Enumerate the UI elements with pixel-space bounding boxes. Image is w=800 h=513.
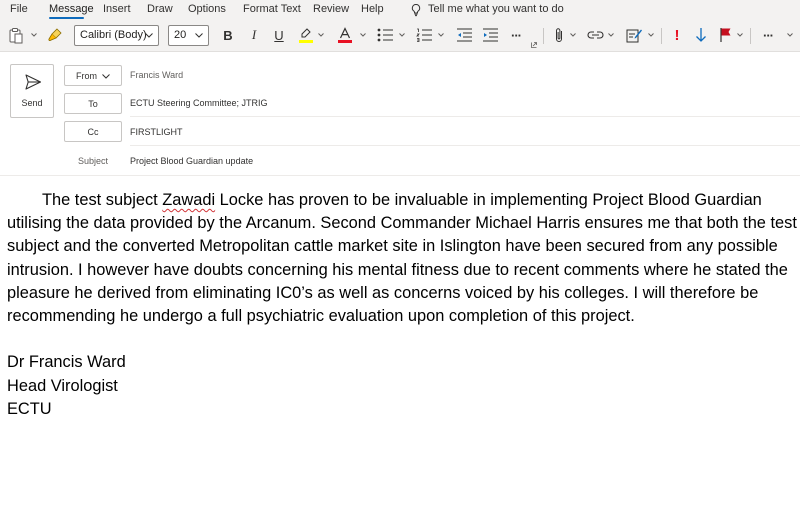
cc-label: Cc <box>87 127 99 137</box>
lightbulb-icon <box>411 3 421 17</box>
flag-icon <box>719 28 730 42</box>
paintbrush-icon <box>48 28 62 41</box>
exclamation-icon: ! <box>674 26 680 44</box>
bullet-list-icon <box>377 28 393 42</box>
chevron-down-icon <box>195 33 203 38</box>
signature-button[interactable] <box>624 25 644 45</box>
to-label: To <box>88 99 98 109</box>
menu-insert[interactable]: Insert <box>103 3 131 15</box>
cc-button[interactable]: Cc <box>64 121 122 142</box>
body-text-start: The test subject <box>42 191 163 209</box>
spelling-flagged-word[interactable]: Zawadi <box>162 191 215 209</box>
send-button[interactable]: Send <box>10 64 54 118</box>
top-strip: File Message Insert Draw Options Format … <box>0 0 800 52</box>
menu-format-text[interactable]: Format Text <box>243 3 301 15</box>
more-options-label: ··· <box>763 27 774 43</box>
clipboard-icon <box>9 27 23 43</box>
toolbar-separator <box>543 28 544 44</box>
italic-button[interactable]: I <box>245 25 263 45</box>
signature-dropdown-icon[interactable] <box>648 33 654 37</box>
font-color-dropdown-icon[interactable] <box>360 33 366 37</box>
send-icon <box>25 74 42 90</box>
font-name-dropdown[interactable]: Calibri (Body) <box>74 25 159 46</box>
font-size-value: 20 <box>174 29 187 41</box>
format-painter-button[interactable] <box>44 25 66 45</box>
menu-message[interactable]: Message <box>49 3 94 15</box>
underline-label: U <box>274 27 284 43</box>
font-name-value: Calibri (Body) <box>80 29 147 41</box>
from-button[interactable]: From <box>64 65 122 86</box>
to-button[interactable]: To <box>64 93 122 114</box>
bold-label: B <box>223 27 233 43</box>
more-formatting-button[interactable]: ··· <box>506 25 526 45</box>
attach-file-button[interactable] <box>550 25 568 45</box>
attach-dropdown-icon[interactable] <box>570 33 576 37</box>
field-divider <box>130 145 800 146</box>
link-icon <box>587 31 603 39</box>
from-value: Francis Ward <box>130 70 184 80</box>
bullets-button[interactable] <box>375 25 395 45</box>
low-importance-button[interactable] <box>692 25 710 45</box>
subject-field[interactable]: Project Blood Guardian update <box>130 156 253 166</box>
menu-options[interactable]: Options <box>188 3 226 15</box>
message-body[interactable]: The test subject Zawadi Locke has proven… <box>7 189 797 421</box>
send-label: Send <box>21 98 43 108</box>
numbered-list-icon <box>415 28 432 42</box>
tell-me-text: Tell me what you want to do <box>428 3 564 15</box>
chevron-down-icon <box>102 74 110 79</box>
ribbon-expand-icon[interactable] <box>787 33 793 37</box>
toolbar-separator <box>750 28 751 44</box>
insert-link-button[interactable] <box>585 25 605 45</box>
from-label: From <box>76 71 97 81</box>
decrease-indent-icon <box>456 28 472 42</box>
dialog-launcher-icon[interactable] <box>531 42 537 48</box>
numbering-button[interactable] <box>414 25 434 45</box>
signature-block: Dr Francis Ward Head Virologist ECTU <box>7 351 797 421</box>
active-tab-indicator <box>49 17 84 19</box>
signature-name: Dr Francis Ward <box>7 353 126 372</box>
field-divider <box>130 116 800 117</box>
bullets-dropdown-icon[interactable] <box>399 33 405 37</box>
increase-indent-icon <box>482 28 498 42</box>
paste-dropdown-icon[interactable] <box>31 33 37 37</box>
paperclip-icon <box>556 27 562 42</box>
body-text-rest: Locke has proven to be invaluable in imp… <box>7 191 797 326</box>
more-label: ··· <box>511 27 522 43</box>
highlight-dropdown-icon[interactable] <box>318 33 324 37</box>
menu-draw[interactable]: Draw <box>147 3 173 15</box>
numbering-dropdown-icon[interactable] <box>438 33 444 37</box>
menu-file[interactable]: File <box>10 3 28 15</box>
body-paragraph: The test subject Zawadi Locke has proven… <box>7 189 797 328</box>
underline-button[interactable]: U <box>270 25 288 45</box>
chevron-down-icon <box>145 33 153 38</box>
paste-button[interactable] <box>6 25 26 45</box>
font-color-button[interactable] <box>335 25 355 45</box>
highlight-button[interactable] <box>296 25 316 45</box>
subject-label: Subject <box>77 156 109 166</box>
link-dropdown-icon[interactable] <box>608 33 614 37</box>
to-field[interactable]: ECTU Steering Committee; JTRIG <box>130 98 268 108</box>
toolbar-separator <box>661 28 662 44</box>
more-options-button[interactable]: ··· <box>758 25 778 45</box>
ribbon-toolbar: Calibri (Body) 20 B I U ··· ! ··· <box>0 20 800 51</box>
menu-bar: File Message Insert Draw Options Format … <box>0 0 800 20</box>
decrease-indent-button[interactable] <box>454 25 474 45</box>
font-color-icon <box>338 26 352 43</box>
menu-help[interactable]: Help <box>361 3 384 15</box>
italic-label: I <box>251 27 257 42</box>
high-importance-button[interactable]: ! <box>668 25 686 45</box>
follow-up-flag-button[interactable] <box>716 25 734 45</box>
flag-dropdown-icon[interactable] <box>737 33 743 37</box>
increase-indent-button[interactable] <box>480 25 500 45</box>
signature-org: ECTU <box>7 399 52 418</box>
menu-review[interactable]: Review <box>313 3 349 15</box>
cc-field[interactable]: FIRSTLIGHT <box>130 127 183 137</box>
signature-icon <box>626 29 642 43</box>
signature-title: Head Virologist <box>7 376 118 395</box>
bold-button[interactable]: B <box>219 25 237 45</box>
header-divider <box>0 175 800 176</box>
down-arrow-icon <box>696 28 706 42</box>
font-size-dropdown[interactable]: 20 <box>168 25 209 46</box>
highlighter-icon <box>299 27 313 43</box>
